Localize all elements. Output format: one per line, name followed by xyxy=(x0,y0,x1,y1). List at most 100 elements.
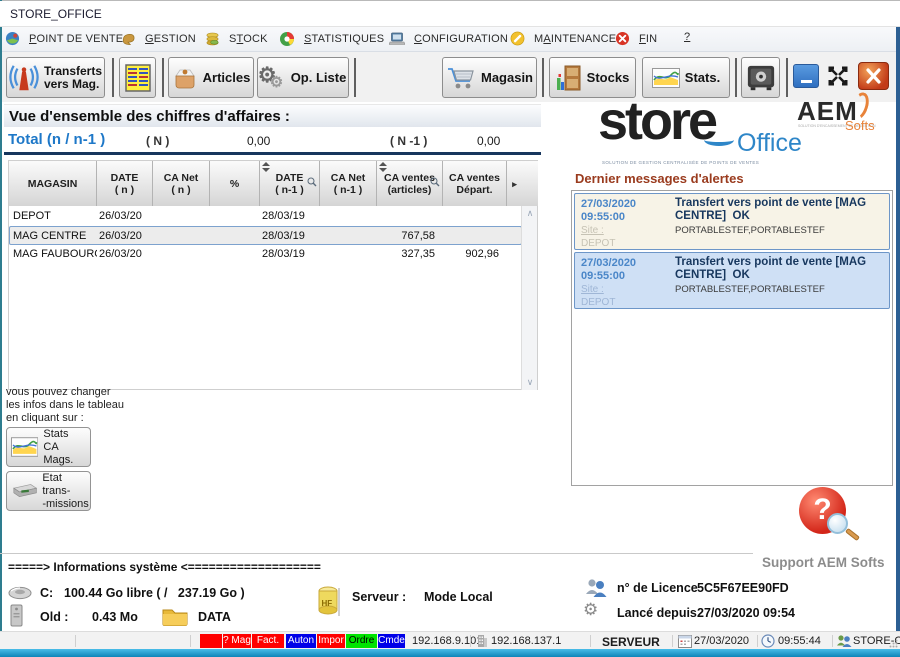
menu-point-de-vente[interactable]: POINT DE VENTE xyxy=(5,31,123,46)
app-window: STORE_OFFICE POINT DE VENTE GESTION STOC… xyxy=(0,0,900,657)
sort-icon xyxy=(262,162,270,172)
col-header-date-n[interactable]: DATE( n ) xyxy=(97,161,153,206)
svg-text:HF: HF xyxy=(322,599,333,608)
alert-item-selected[interactable]: 27/03/202009:55:00 Site : DEPOT Transfer… xyxy=(574,252,890,309)
status-flag-cmde[interactable]: Cmde xyxy=(378,634,405,648)
overview-header: Vue d'ensemble des chiffres d'affaires : xyxy=(4,104,541,127)
pie-chart-icon xyxy=(279,31,295,47)
menu-statistiques[interactable]: STATISTIQUES xyxy=(279,31,384,47)
data-label: DATA xyxy=(198,610,231,624)
ip-address-2: 192.168.137.1 xyxy=(491,635,561,647)
disk-label: C: xyxy=(40,586,53,600)
col-header-ca-net-n1[interactable]: CA Net( n-1 ) xyxy=(320,161,377,206)
transferts-vers-mag-button[interactable]: Transfertsvers Mag. xyxy=(6,57,105,98)
table-hint-text: vous pouvez changer les infos dans le ta… xyxy=(6,386,124,425)
resize-grip-icon[interactable] xyxy=(889,639,898,648)
scroll-up-icon[interactable]: ∧ xyxy=(522,208,538,219)
statusbar-divider xyxy=(75,635,76,647)
cell-ca-net-n xyxy=(153,207,203,226)
licence-value: 5C5F67EE90FD xyxy=(697,581,789,595)
col-header-magasin[interactable]: MAGASIN xyxy=(9,161,97,206)
horn-icon xyxy=(120,31,136,46)
gear-icon: ⚙ xyxy=(583,600,598,620)
cell-ca-net-n xyxy=(153,245,203,264)
menu-stock[interactable]: STOCK xyxy=(205,31,268,46)
col-header-ca-ventes-depart[interactable]: CA ventesDépart. xyxy=(443,161,507,206)
menu-help[interactable]: ? xyxy=(684,31,690,43)
table-row[interactable]: MAG FAUBOURG 26/03/20 28/03/19 327,35 90… xyxy=(9,245,522,264)
cell-ca-net-n xyxy=(153,227,203,246)
alerts-title: Dernier messages d'alertes xyxy=(575,171,744,186)
alert-message: Transfert vers point de vente [MAG CENTR… xyxy=(675,256,887,282)
articles-button[interactable]: Articles xyxy=(168,57,254,98)
menu-gestion[interactable]: GESTION xyxy=(120,31,196,46)
col-header-ca-net-n[interactable]: CA Net( n ) xyxy=(153,161,210,206)
toolbar-separator xyxy=(735,58,737,97)
status-flag-fact[interactable]: Fact. xyxy=(252,634,284,648)
magasin-button[interactable]: Magasin xyxy=(442,57,537,98)
office-logo: Office xyxy=(737,129,802,158)
etat-transmissions-button[interactable]: Etat trans--missions xyxy=(6,471,91,511)
maximize-button[interactable] xyxy=(824,62,852,90)
alert-datetime: 27/03/202009:55:00 xyxy=(581,257,673,283)
grid-list-button[interactable] xyxy=(119,57,156,98)
close-button[interactable] xyxy=(858,62,889,90)
menu-fin[interactable]: FIN xyxy=(615,31,657,46)
disk-icon xyxy=(8,586,32,601)
cell-ca-ventes-articles xyxy=(377,207,435,226)
shopping-cart-icon xyxy=(446,65,476,91)
total-label: Total (n / n-1 ) xyxy=(8,131,105,148)
alert-item[interactable]: 27/03/202009:55:00 Site : DEPOT Transfer… xyxy=(574,193,890,250)
cell-date-n: 26/03/20 xyxy=(99,207,153,226)
cell-ca-ventes-depart xyxy=(443,207,499,226)
status-flag-auton[interactable]: Auton xyxy=(286,634,316,648)
minimize-button[interactable] xyxy=(793,64,819,88)
status-flag[interactable] xyxy=(200,634,222,648)
yellow-grid-icon xyxy=(125,64,151,92)
safe-button[interactable] xyxy=(741,57,780,98)
statusbar: ? Mag Fact. Auton Impor Ordre Cmde 192.1… xyxy=(0,631,900,649)
col-header-pct[interactable]: % xyxy=(210,161,260,206)
antenna-icon xyxy=(9,62,39,94)
status-flag-mag[interactable]: ? Mag xyxy=(223,634,251,648)
cell-pct xyxy=(210,245,254,264)
cell-ca-net-n1 xyxy=(320,227,370,246)
close-x-icon xyxy=(859,63,888,89)
cell-date-n: 26/03/20 xyxy=(99,227,153,246)
sort-icon xyxy=(379,162,387,172)
cell-date-n1: 28/03/19 xyxy=(262,207,318,226)
sysinfo-header: =====> Informations système <===========… xyxy=(8,560,321,574)
coins-icon xyxy=(205,31,220,46)
table-row[interactable]: DEPOT 26/03/20 28/03/19 xyxy=(9,207,522,226)
statusbar-divider xyxy=(190,635,191,647)
menu-maintenance[interactable]: MAINTENANCE xyxy=(510,31,616,46)
page-title: Vue d'ensemble des chiffres d'affaires : xyxy=(9,108,290,125)
search-icon xyxy=(307,177,317,187)
status-flag-ordre[interactable]: Ordre xyxy=(346,634,377,648)
expand-arrows-icon xyxy=(824,62,852,90)
n1-label: ( N -1 ) xyxy=(390,134,427,148)
cell-ca-ventes-depart: 902,96 xyxy=(443,245,499,264)
minimize-icon xyxy=(801,80,812,83)
scroll-down-icon[interactable]: ∨ xyxy=(522,377,538,388)
server-mode-label: SERVEUR xyxy=(602,635,660,649)
table-row-selected[interactable]: MAG CENTRE 26/03/20 28/03/19 767,58 xyxy=(9,226,522,245)
table-vertical-scrollbar[interactable]: ∧ ∨ xyxy=(521,206,537,390)
statusbar-divider xyxy=(590,635,591,647)
toolbar-separator xyxy=(542,58,544,97)
stats-ca-mags-button[interactable]: StatsCA Mags. xyxy=(6,427,91,467)
col-header-date-n1[interactable]: DATE( n-1 ) xyxy=(260,161,320,206)
support-label: Support AEM Softs xyxy=(762,555,885,570)
op-liste-button[interactable]: ⚙⚙ Op. Liste xyxy=(257,57,349,98)
alert-site-label: Site : xyxy=(581,225,604,236)
col-header-more[interactable]: ▸ xyxy=(507,161,522,206)
status-flag-impor[interactable]: Impor xyxy=(317,634,345,648)
status-time: 09:55:44 xyxy=(778,635,821,647)
statusbar-divider xyxy=(470,635,471,647)
sales-table: MAGASIN DATE( n ) CA Net( n ) % DATE( n-… xyxy=(8,160,538,390)
col-header-ca-ventes-articles[interactable]: CA ventes(articles) xyxy=(377,161,443,206)
menu-configuration[interactable]: CONFIGURATION xyxy=(389,31,508,46)
logo-swoosh xyxy=(704,134,734,146)
statusbar-divider xyxy=(832,635,833,647)
menubar: POINT DE VENTE GESTION STOCK STATISTIQUE… xyxy=(2,27,896,52)
